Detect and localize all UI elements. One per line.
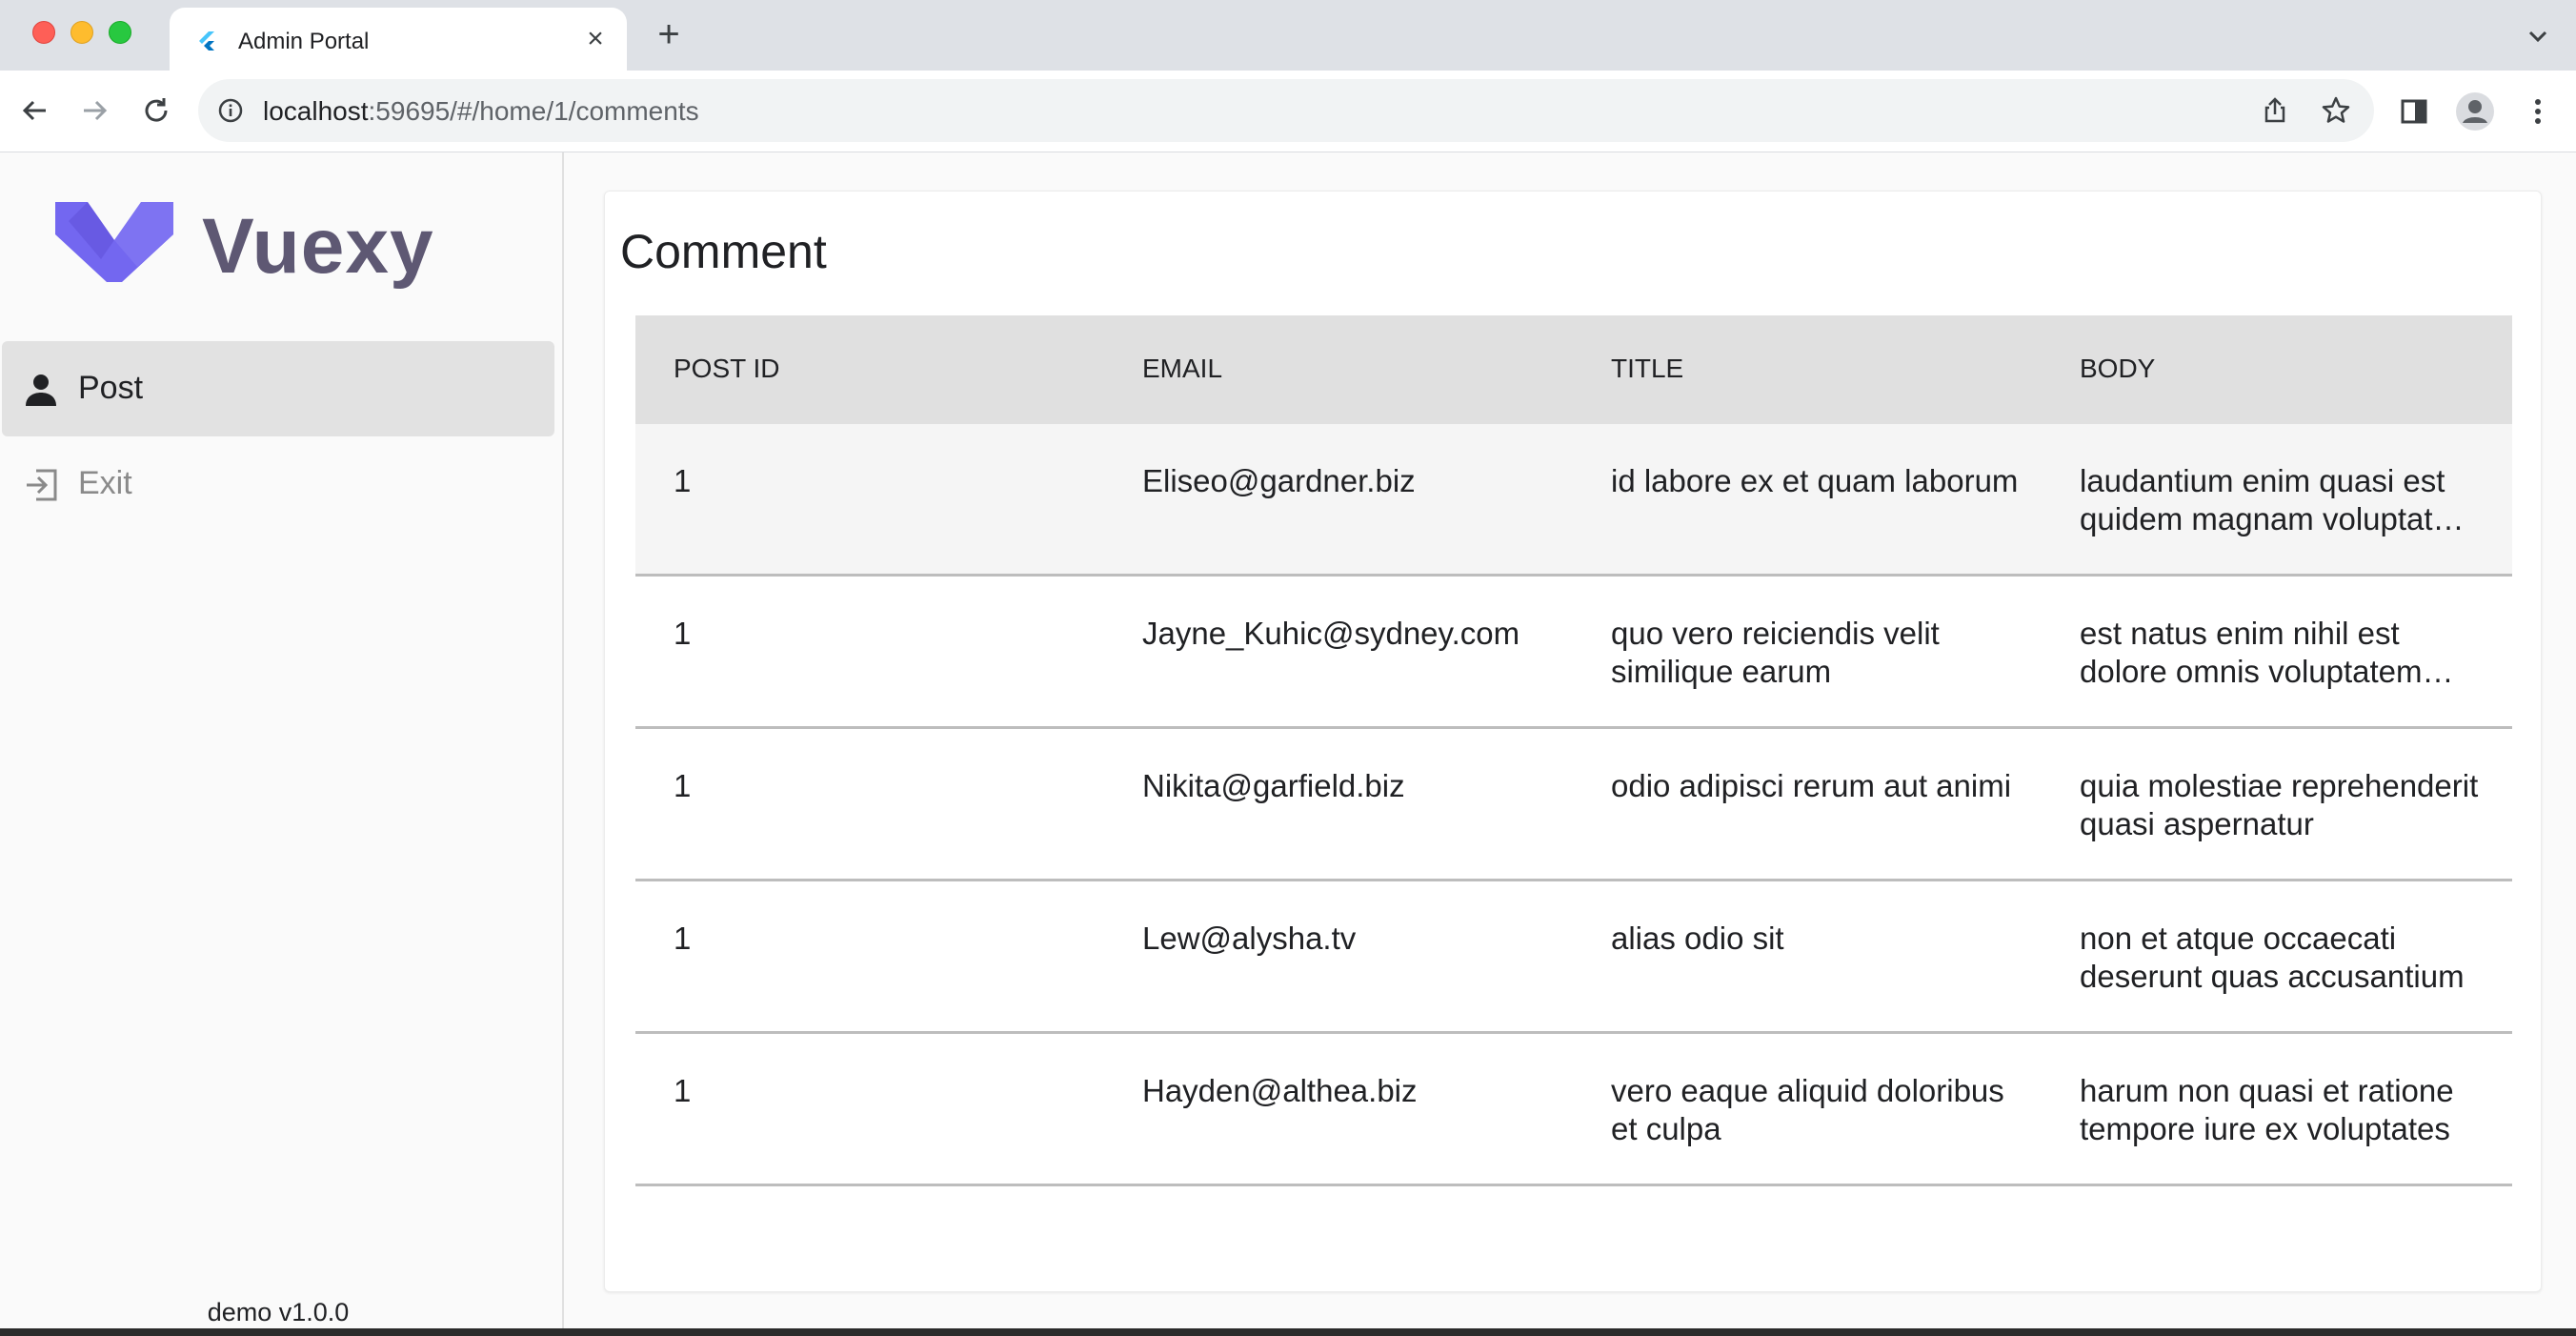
comments-table: POST ID EMAIL TITLE BODY 1 Eliseo@gardne… [635,315,2512,1186]
cell-email: Lew@alysha.tv [1142,921,1357,956]
cell-post-id: 1 [674,768,692,803]
profile-button[interactable] [2454,91,2496,132]
window-maximize-button[interactable] [109,21,131,44]
cell-body: non et atque occaecati deserunt quas acc… [2080,921,2465,994]
column-header-body[interactable]: BODY [2080,354,2480,384]
reload-icon [145,98,168,122]
cell-title: vero eaque aliquid doloribus et culpa [1611,1073,2004,1146]
column-header-title[interactable]: TITLE [1611,354,2030,384]
table-row[interactable]: 1 Hayden@althea.biz vero eaque aliquid d… [635,1034,2512,1186]
page-title: Comment [620,225,827,278]
kebab-menu-icon [2535,99,2541,124]
back-button[interactable] [13,90,55,132]
chevron-down-icon[interactable] [2525,23,2551,50]
bookmark-star-icon[interactable] [2321,95,2351,126]
sidebar-item-label: Post [78,370,144,406]
cell-email: Eliseo@gardner.biz [1142,463,1416,498]
window-minimize-button[interactable] [70,21,93,44]
table-row[interactable]: 1 Lew@alysha.tv alias odio sit non et at… [635,881,2512,1034]
new-tab-icon[interactable]: + [652,15,686,53]
app-root: Vuexy Post Exit demo v1.0.0 Comment POST… [0,152,2576,1336]
person-icon [26,374,56,406]
version-label: demo v1.0.0 [207,1298,350,1326]
sidebar-item-label: Exit [78,465,132,501]
table-header: POST ID EMAIL TITLE BODY [635,315,2512,424]
reload-button[interactable] [135,90,177,132]
share-icon[interactable] [2260,95,2290,126]
cell-body: est natus enim nihil est dolore omnis vo… [2080,616,2423,689]
cell-title: odio adipisci rerum aut animi [1611,768,2012,803]
forward-button[interactable] [74,90,116,132]
url-path: :59695/#/home/1/comments [368,96,699,126]
sidebar-item-post[interactable]: Post [2,341,554,436]
window-bottom-edge [0,1328,2576,1336]
url-text[interactable]: localhost:59695/#/home/1/comments [263,96,699,127]
cell-body: harum non quasi et ratione tempore iure … [2080,1073,2454,1146]
sidebar-item-exit[interactable]: Exit [2,436,554,532]
tab-title: Admin Portal [238,29,370,54]
browser-tab-bar: Admin Portal × + [0,0,2576,71]
side-panel-button[interactable] [2393,91,2435,132]
window-close-button[interactable] [32,21,55,44]
table-row[interactable]: 1 Jayne_Kuhic@sydney.com quo vero reicie… [635,577,2512,729]
browser-toolbar: localhost:59695/#/home/1/comments [0,71,2576,152]
cell-body: quia molestiae reprehenderit quasi asper… [2080,768,2479,841]
forward-arrow-icon [84,100,108,121]
browser-menu-button[interactable] [2517,91,2559,132]
back-arrow-icon [22,100,46,121]
exit-icon [27,469,57,501]
table-row[interactable]: 1 Nikita@garfield.biz odio adipisci reru… [635,729,2512,881]
info-icon[interactable] [217,97,244,124]
close-tab-icon[interactable]: × [581,25,610,53]
cell-title: id labore ex et quam laborum [1611,463,2019,498]
brand-name: Vuexy [202,203,434,290]
vuexy-logo-icon [55,202,173,282]
cell-post-id: 1 [674,921,692,956]
cell-email: Jayne_Kuhic@sydney.com [1142,616,1520,651]
comments-card: Comment POST ID EMAIL TITLE BODY 1 Elise… [604,191,2542,1292]
profile-avatar-icon [2456,92,2494,131]
cell-title: alias odio sit [1611,921,1784,956]
column-header-post-id[interactable]: POST ID [674,354,1093,384]
url-host: localhost [263,96,369,126]
cell-email: Nikita@garfield.biz [1142,768,1405,803]
cell-post-id: 1 [674,463,692,498]
table-row[interactable]: 1 Eliseo@gardner.biz id labore ex et qua… [635,424,2512,577]
sidebar: Vuexy Post Exit demo v1.0.0 [0,152,564,1336]
column-header-email[interactable]: EMAIL [1142,354,1561,384]
cell-post-id: 1 [674,616,692,651]
side-panel-icon [2401,99,2427,124]
address-bar[interactable]: localhost:59695/#/home/1/comments [198,79,2374,142]
cell-post-id: 1 [674,1073,692,1108]
browser-tab[interactable]: Admin Portal × [170,8,627,71]
cell-body: laudantium enim quasi est quidem magnam … [2080,463,2450,536]
cell-title: quo vero reiciendis velit similique earu… [1611,616,1940,689]
flutter-icon [199,31,214,51]
cell-email: Hayden@althea.biz [1142,1073,1418,1108]
